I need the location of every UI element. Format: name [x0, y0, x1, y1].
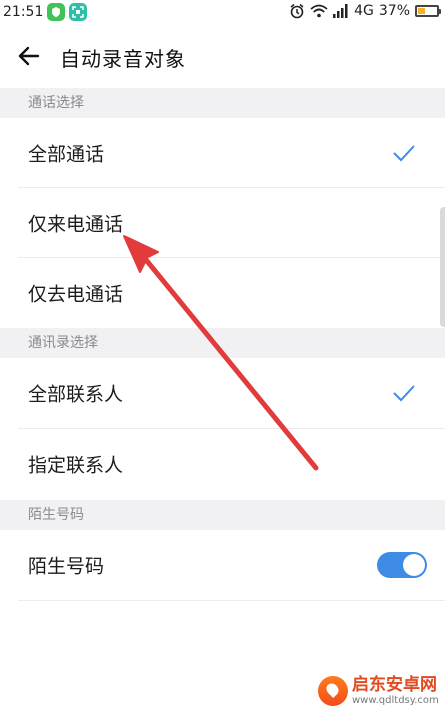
checkmark-icon	[393, 385, 415, 402]
watermark-url: www.qdltdsy.com	[352, 694, 439, 706]
section-header-call-select: 通话选择	[0, 88, 445, 118]
edge-panel-handle[interactable]	[440, 207, 445, 327]
option-label: 陌生号码	[28, 555, 105, 578]
toggle-knob	[403, 554, 425, 576]
option-specified-contacts[interactable]: 指定联系人	[0, 429, 445, 499]
option-label: 仅来电通话	[28, 213, 124, 236]
option-label: 全部联系人	[28, 383, 124, 406]
section-header-unknown-numbers: 陌生号码	[0, 500, 445, 530]
watermark-text: 启东安卓网 www.qdltdsy.com	[352, 674, 439, 706]
option-label: 指定联系人	[28, 454, 124, 477]
app-header: 自动录音对象	[0, 26, 445, 88]
wifi-icon	[310, 4, 328, 18]
watermark-logo-icon	[318, 676, 348, 706]
status-time: 21:51	[3, 4, 44, 20]
network-type: 4G	[354, 3, 374, 19]
battery-icon	[415, 5, 441, 17]
status-left: 21:51	[3, 3, 88, 21]
security-app-icon	[47, 3, 66, 21]
status-bar: 21:51 4G 37%	[0, 0, 445, 26]
section-header-contacts-select: 通讯录选择	[0, 328, 445, 358]
divider	[18, 600, 445, 601]
option-all-contacts[interactable]: 全部联系人	[0, 358, 445, 428]
battery-percent: 37%	[378, 3, 410, 19]
battery-fill	[418, 8, 425, 14]
option-all-calls[interactable]: 全部通话	[0, 118, 445, 188]
watermark: 启东安卓网 www.qdltdsy.com	[318, 676, 439, 706]
watermark-name: 启东安卓网	[352, 674, 437, 695]
page-title: 自动录音对象	[60, 47, 186, 71]
checkmark-icon	[393, 145, 415, 162]
unknown-numbers-toggle[interactable]	[377, 552, 427, 578]
option-outgoing-calls[interactable]: 仅去电通话	[0, 258, 445, 328]
arrow-left-icon[interactable]	[16, 43, 42, 69]
alarm-icon	[290, 3, 304, 19]
option-label: 全部通话	[28, 143, 105, 166]
scan-app-icon	[69, 3, 88, 21]
option-label: 仅去电通话	[28, 283, 124, 306]
unknown-numbers-row: 陌生号码	[0, 530, 445, 600]
option-incoming-calls[interactable]: 仅来电通话	[0, 188, 445, 258]
status-right: 4G 37%	[289, 3, 441, 19]
signal-icon	[333, 4, 348, 18]
